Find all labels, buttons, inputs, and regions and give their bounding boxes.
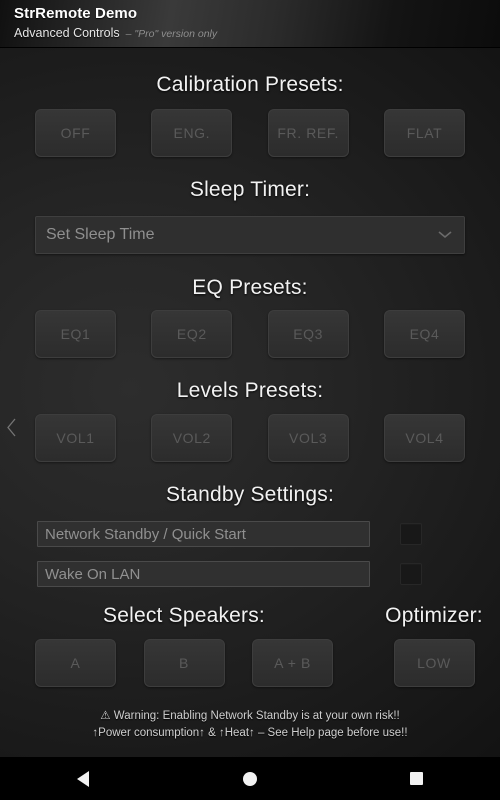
eq-preset-4-button[interactable]: EQ4	[383, 310, 465, 358]
optimizer-low-button[interactable]: LOW	[393, 639, 475, 687]
app-root: StrRemote Demo Advanced Controls – "Pro"…	[0, 0, 500, 800]
app-subtitle-group: Advanced Controls – "Pro" version only	[14, 26, 217, 40]
sleep-timer-title: Sleep Timer:	[189, 178, 311, 201]
speaker-a-plus-b-button[interactable]: A + B	[252, 639, 333, 687]
calibration-preset-flat-button[interactable]: FLAT	[383, 109, 465, 157]
app-title: StrRemote Demo	[14, 5, 138, 22]
eq-preset-1-button[interactable]: EQ1	[35, 310, 116, 358]
levels-preset-vol3-button[interactable]: VOL3	[267, 414, 349, 462]
recents-square-icon	[410, 772, 424, 785]
levels-preset-vol2-button[interactable]: VOL2	[151, 414, 233, 462]
standby-network-checkbox[interactable]	[400, 523, 422, 545]
standby-row-wol: Wake On LAN	[0, 560, 500, 588]
android-navigation-bar	[0, 757, 500, 800]
optimizer-title: Optimizer:	[385, 604, 483, 627]
optimizer-buttons-group: LOW	[368, 639, 500, 687]
back-triangle-icon	[77, 770, 90, 787]
speakers-optimizer-row: A B A + B LOW	[0, 639, 500, 687]
app-subtitle-note: – "Pro" version only	[125, 28, 218, 40]
standby-settings-title: Standby Settings:	[165, 483, 334, 506]
nav-recents-button[interactable]	[333, 757, 500, 800]
eq-preset-3-button[interactable]: EQ3	[267, 310, 349, 358]
eq-preset-2-button[interactable]: EQ2	[151, 310, 233, 358]
calibration-presets-title: Calibration Presets:	[156, 73, 344, 96]
speakers-optimizer-titles: Select Speakers: Optimizer:	[0, 604, 500, 628]
home-circle-icon	[243, 771, 257, 786]
warning-line-1: ⚠ Warning: Enabling Network Standby is a…	[100, 710, 400, 722]
standby-wol-label: Wake On LAN	[37, 561, 370, 587]
warning-line-2: ↑Power consumption↑ & ↑Heat↑ – See Help …	[92, 727, 408, 739]
settings-scroll-area: Calibration Presets: OFF ENG. FR. REF. F…	[0, 48, 500, 757]
standby-row-network: Network Standby / Quick Start	[0, 520, 500, 548]
calibration-preset-off-button[interactable]: OFF	[35, 109, 116, 157]
calibration-preset-fr-ref-button[interactable]: FR. REF.	[267, 109, 349, 157]
speaker-b-button[interactable]: B	[143, 639, 225, 687]
standby-warning-text: ⚠ Warning: Enabling Network Standby is a…	[0, 708, 500, 742]
levels-preset-vol4-button[interactable]: VOL4	[383, 414, 465, 462]
speaker-a-button[interactable]: A	[35, 639, 116, 687]
chevron-down-icon	[434, 231, 456, 239]
standby-wol-checkbox[interactable]	[400, 563, 422, 585]
nav-home-button[interactable]	[167, 757, 334, 800]
calibration-preset-eng-button[interactable]: ENG.	[151, 109, 233, 157]
levels-presets-title: Levels Presets:	[176, 379, 324, 402]
app-subtitle: Advanced Controls	[14, 26, 120, 40]
eq-presets-title: EQ Presets:	[192, 276, 308, 299]
levels-preset-vol1-button[interactable]: VOL1	[35, 414, 116, 462]
chevron-left-icon[interactable]	[3, 416, 19, 438]
levels-presets-row: VOL1 VOL2 VOL3 VOL4	[0, 414, 500, 462]
app-header: StrRemote Demo Advanced Controls – "Pro"…	[0, 0, 500, 48]
speaker-buttons-group: A B A + B	[0, 639, 368, 687]
nav-back-button[interactable]	[0, 757, 167, 800]
sleep-timer-spinner[interactable]: Set Sleep Time	[35, 216, 465, 254]
select-speakers-title: Select Speakers:	[103, 604, 265, 627]
calibration-presets-row: OFF ENG. FR. REF. FLAT	[0, 109, 500, 157]
sleep-timer-value: Set Sleep Time	[46, 226, 155, 243]
standby-network-label: Network Standby / Quick Start	[37, 521, 370, 547]
eq-presets-row: EQ1 EQ2 EQ3 EQ4	[0, 310, 500, 358]
